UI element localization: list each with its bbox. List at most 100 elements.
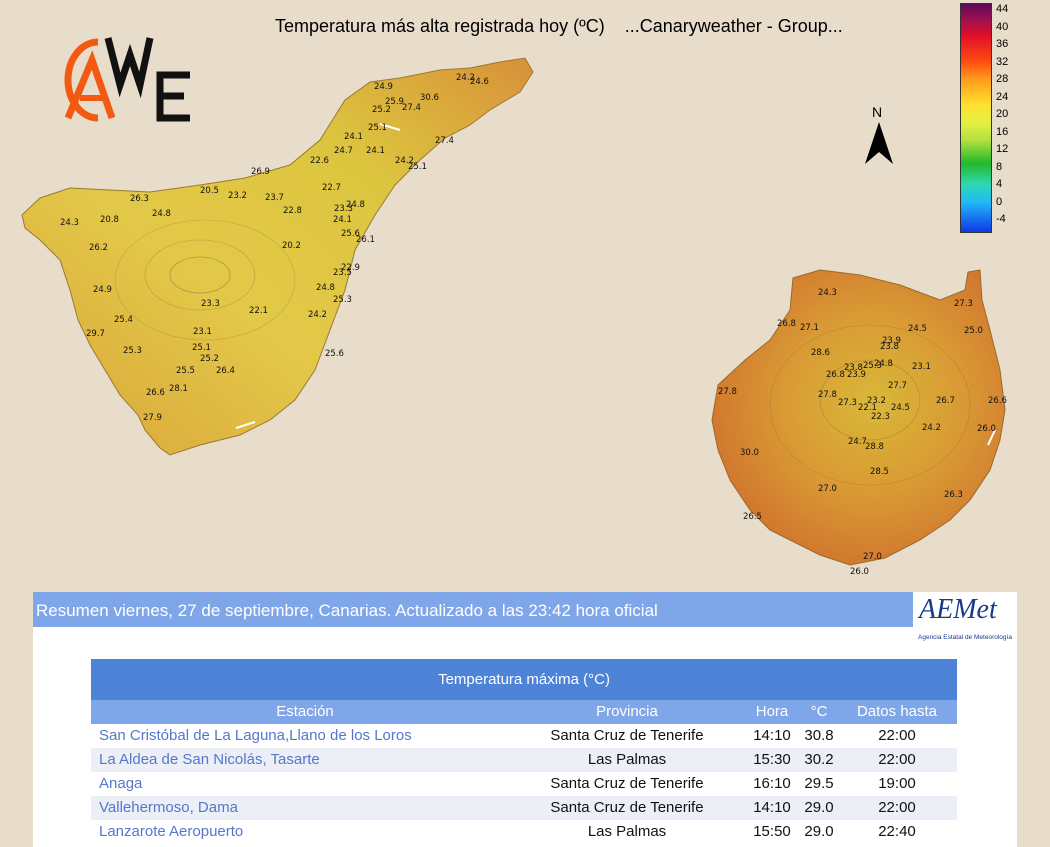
province-cell: Las Palmas: [587, 751, 667, 768]
hour-cell: 14:10: [753, 727, 791, 744]
temp-cell: 29.0: [804, 823, 834, 840]
station-value-label: 25.1: [368, 123, 387, 133]
station-value-label: 27.4: [435, 136, 454, 146]
station-value-label: 27.0: [818, 484, 837, 494]
station-value-label: 20.5: [200, 186, 219, 196]
station-value-label: 24.7: [334, 146, 353, 156]
station-value-label: 27.3: [954, 299, 973, 309]
province-cell: Santa Cruz de Tenerife: [550, 775, 704, 792]
station-value-label: 26.9: [251, 167, 270, 177]
station-value-label: 24.6: [470, 77, 489, 87]
station-value-label: 25.3: [333, 295, 352, 305]
table-row: Lanzarote Aeropuerto Las Palmas 15:50 29…: [91, 820, 957, 844]
station-value-label: 26.0: [977, 424, 996, 434]
scale-label: 20: [996, 108, 1009, 120]
station-value-label: 24.1: [333, 215, 352, 225]
station-value-label: 27.4: [402, 103, 421, 113]
station-value-label: 20.8: [100, 215, 119, 225]
station-value-label: 26.8: [777, 319, 796, 329]
station-value-label: 26.6: [988, 396, 1007, 406]
table-header-row: Estación Provincia Hora °C Datos hasta: [91, 700, 957, 724]
header-temp: °C: [810, 703, 828, 720]
station-value-label: 22.7: [322, 183, 341, 193]
station-link[interactable]: Vallehermoso, Dama: [91, 796, 511, 820]
station-value-label: 27.0: [863, 552, 882, 562]
station-value-label: 25.2: [200, 354, 219, 364]
station-link[interactable]: San Cristóbal de La Laguna,Llano de los …: [91, 724, 511, 748]
station-value-label: 24.2: [308, 310, 327, 320]
hour-cell: 16:10: [753, 775, 791, 792]
station-value-label: 26.7: [936, 396, 955, 406]
station-value-label: 24.1: [366, 146, 385, 156]
station-link[interactable]: Anaga: [91, 772, 511, 796]
station-value-label: 28.6: [811, 348, 830, 358]
table-row: San Cristóbal de La Laguna,Llano de los …: [91, 724, 957, 748]
tenerife-island: [21, 57, 534, 456]
station-value-label: 24.1: [344, 132, 363, 142]
station-value-label: 25.2: [372, 105, 391, 115]
province-cell: Santa Cruz de Tenerife: [550, 799, 704, 816]
station-value-label: 26.3: [130, 194, 149, 204]
station-value-label: 26.1: [356, 235, 375, 245]
station-value-label: 30.0: [740, 448, 759, 458]
station-link[interactable]: La Aldea de San Nicolás, Tasarte: [91, 748, 511, 772]
province-cell: Santa Cruz de Tenerife: [550, 727, 704, 744]
temperature-scale: 44 40 36 32 28 24 20 16 12 8 4 0 -4: [960, 3, 1016, 233]
until-cell: 22:40: [878, 823, 916, 840]
station-value-label: 23.7: [265, 193, 284, 203]
station-value-label: 26.8: [826, 370, 845, 380]
scale-label: 16: [996, 125, 1009, 138]
temp-cell: 30.2: [804, 751, 834, 768]
scale-label: 28: [996, 73, 1009, 85]
station-value-label: 20.2: [282, 241, 301, 251]
station-value-label: 27.8: [818, 390, 837, 400]
header-station: Estación: [276, 703, 334, 720]
station-value-label: 24.8: [874, 359, 893, 369]
temp-cell: 29.5: [804, 775, 834, 792]
summary-panel: Resumen viernes, 27 de septiembre, Canar…: [33, 592, 1017, 847]
summary-header: Resumen viernes, 27 de septiembre, Canar…: [33, 592, 913, 627]
temp-cell: 29.0: [804, 799, 834, 816]
station-value-label: 23.8: [880, 342, 899, 352]
until-cell: 19:00: [878, 775, 916, 792]
until-cell: 22:00: [878, 751, 916, 768]
temp-cell: 30.8: [804, 727, 834, 744]
station-value-label: 27.3: [838, 398, 857, 408]
station-value-label: 27.8: [718, 387, 737, 397]
scale-color-bar: [960, 3, 992, 233]
until-cell: 22:00: [878, 727, 916, 744]
aemet-logo[interactable]: AEMet Agencia Estatal de Meteorología: [915, 594, 1015, 642]
station-value-label: 23.1: [193, 327, 212, 337]
station-value-label: 24.2: [922, 423, 941, 433]
station-value-label: 24.9: [374, 82, 393, 92]
table-row: La Aldea de San Nicolás, Tasarte Las Pal…: [91, 748, 957, 772]
max-temperature-table: Temperatura máxima (°C) Estación Provinc…: [91, 659, 957, 844]
scale-label: -4: [996, 213, 1006, 225]
station-value-label: 29.7: [86, 329, 105, 339]
station-value-label: 22.3: [871, 412, 890, 422]
hour-cell: 15:30: [753, 751, 791, 768]
station-value-label: 23.2: [228, 191, 247, 201]
hour-cell: 15:50: [753, 823, 791, 840]
table-row: Vallehermoso, Dama Santa Cruz de Tenerif…: [91, 796, 957, 820]
hour-cell: 14:10: [753, 799, 791, 816]
station-value-label: 26.4: [216, 366, 235, 376]
station-value-label: 26.2: [89, 243, 108, 253]
station-value-label: 24.8: [316, 283, 335, 293]
scale-label: 4: [996, 178, 1003, 190]
station-value-label: 30.6: [420, 93, 439, 103]
station-value-label: 26.5: [743, 512, 762, 522]
until-cell: 22:00: [878, 799, 916, 816]
aemet-logo-text: AEMet: [919, 594, 997, 625]
station-value-label: 25.4: [114, 315, 133, 325]
station-value-label: 27.9: [143, 413, 162, 423]
station-value-label: 24.9: [93, 285, 112, 295]
station-value-label: 23.3: [201, 299, 220, 309]
station-value-label: 25.0: [964, 326, 983, 336]
province-cell: Las Palmas: [587, 823, 667, 840]
scale-label: 40: [996, 20, 1009, 33]
station-value-label: 23.5: [333, 268, 352, 278]
station-value-label: 22.1: [249, 306, 268, 316]
table-row: Anaga Santa Cruz de Tenerife 16:10 29.5 …: [91, 772, 957, 796]
station-link[interactable]: Lanzarote Aeropuerto: [91, 820, 511, 844]
